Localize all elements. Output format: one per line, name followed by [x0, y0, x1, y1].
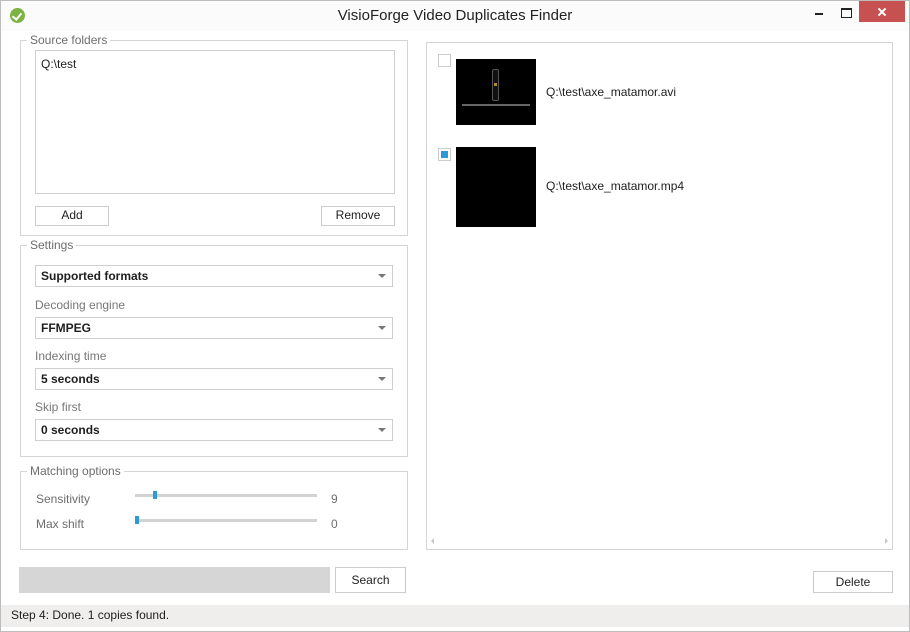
add-folder-button[interactable]: Add [35, 206, 109, 226]
source-folders-legend: Source folders [27, 33, 111, 47]
duplicates-results-panel[interactable]: Q:\test\axe_matamor.avi Q:\test\axe_mata… [426, 42, 893, 550]
folder-list-item[interactable]: Q:\test [36, 51, 394, 71]
max-shift-value: 0 [331, 517, 338, 531]
thumbnail-bottle-graphic [492, 69, 499, 101]
status-text: Step 4: Done. 1 copies found. [11, 608, 170, 622]
max-shift-label: Max shift [36, 517, 85, 531]
result-item[interactable]: Q:\test\axe_matamor.avi [427, 43, 892, 127]
video-thumbnail [456, 147, 536, 227]
sensitivity-slider-thumb[interactable] [152, 491, 157, 499]
scroll-left-arrow-icon[interactable] [431, 538, 434, 544]
chevron-down-icon [378, 377, 386, 381]
result-file-path: Q:\test\axe_matamor.mp4 [546, 179, 685, 193]
skip-first-dropdown[interactable]: 0 seconds [35, 419, 393, 441]
remove-folder-button[interactable]: Remove [321, 206, 395, 226]
search-progress-bar [19, 567, 330, 593]
chevron-down-icon [378, 428, 386, 432]
close-button[interactable] [859, 1, 905, 22]
formats-dropdown[interactable]: Supported formats [35, 265, 393, 287]
sensitivity-label: Sensitivity [36, 492, 91, 506]
skip-first-value: 0 seconds [41, 423, 100, 437]
search-button[interactable]: Search [335, 567, 406, 593]
source-folders-list[interactable]: Q:\test [35, 50, 395, 194]
video-thumbnail [456, 59, 536, 125]
max-shift-slider-thumb[interactable] [135, 516, 139, 524]
source-folders-group: Source folders Q:\test Add Remove [20, 33, 408, 236]
result-item[interactable]: Q:\test\axe_matamor.mp4 [427, 137, 892, 227]
indexing-time-dropdown[interactable]: 5 seconds [35, 368, 393, 390]
result-checkbox[interactable] [438, 148, 451, 161]
status-bar: Step 4: Done. 1 copies found. [1, 605, 909, 627]
delete-button[interactable]: Delete [813, 571, 893, 593]
matching-options-legend: Matching options [27, 464, 124, 478]
decoding-engine-dropdown[interactable]: FFMPEG [35, 317, 393, 339]
sensitivity-slider[interactable] [135, 491, 317, 499]
minimize-button[interactable] [803, 1, 833, 22]
chevron-down-icon [378, 274, 386, 278]
skip-first-label: Skip first [35, 400, 82, 414]
title-bar: VisioForge Video Duplicates Finder [1, 1, 909, 31]
chevron-down-icon [378, 326, 386, 330]
decoding-engine-value: FFMPEG [41, 321, 91, 335]
indexing-time-value: 5 seconds [41, 372, 100, 386]
result-file-path: Q:\test\axe_matamor.avi [546, 85, 677, 99]
settings-group: Settings Supported formats Decoding engi… [20, 238, 408, 457]
sensitivity-value: 9 [331, 492, 338, 506]
thumbnail-caption-graphic [462, 104, 530, 106]
settings-legend: Settings [27, 238, 77, 252]
decoding-engine-label: Decoding engine [35, 298, 126, 312]
result-checkbox[interactable] [438, 54, 451, 67]
formats-value: Supported formats [41, 269, 149, 283]
maximize-button[interactable] [831, 1, 861, 22]
window-title: VisioForge Video Duplicates Finder [337, 7, 573, 24]
scroll-right-arrow-icon[interactable] [885, 538, 888, 544]
max-shift-slider[interactable] [135, 516, 317, 524]
app-window: VisioForge Video Duplicates Finder Sourc… [0, 0, 910, 632]
matching-options-group: Matching options [20, 464, 408, 550]
indexing-time-label: Indexing time [35, 349, 107, 363]
